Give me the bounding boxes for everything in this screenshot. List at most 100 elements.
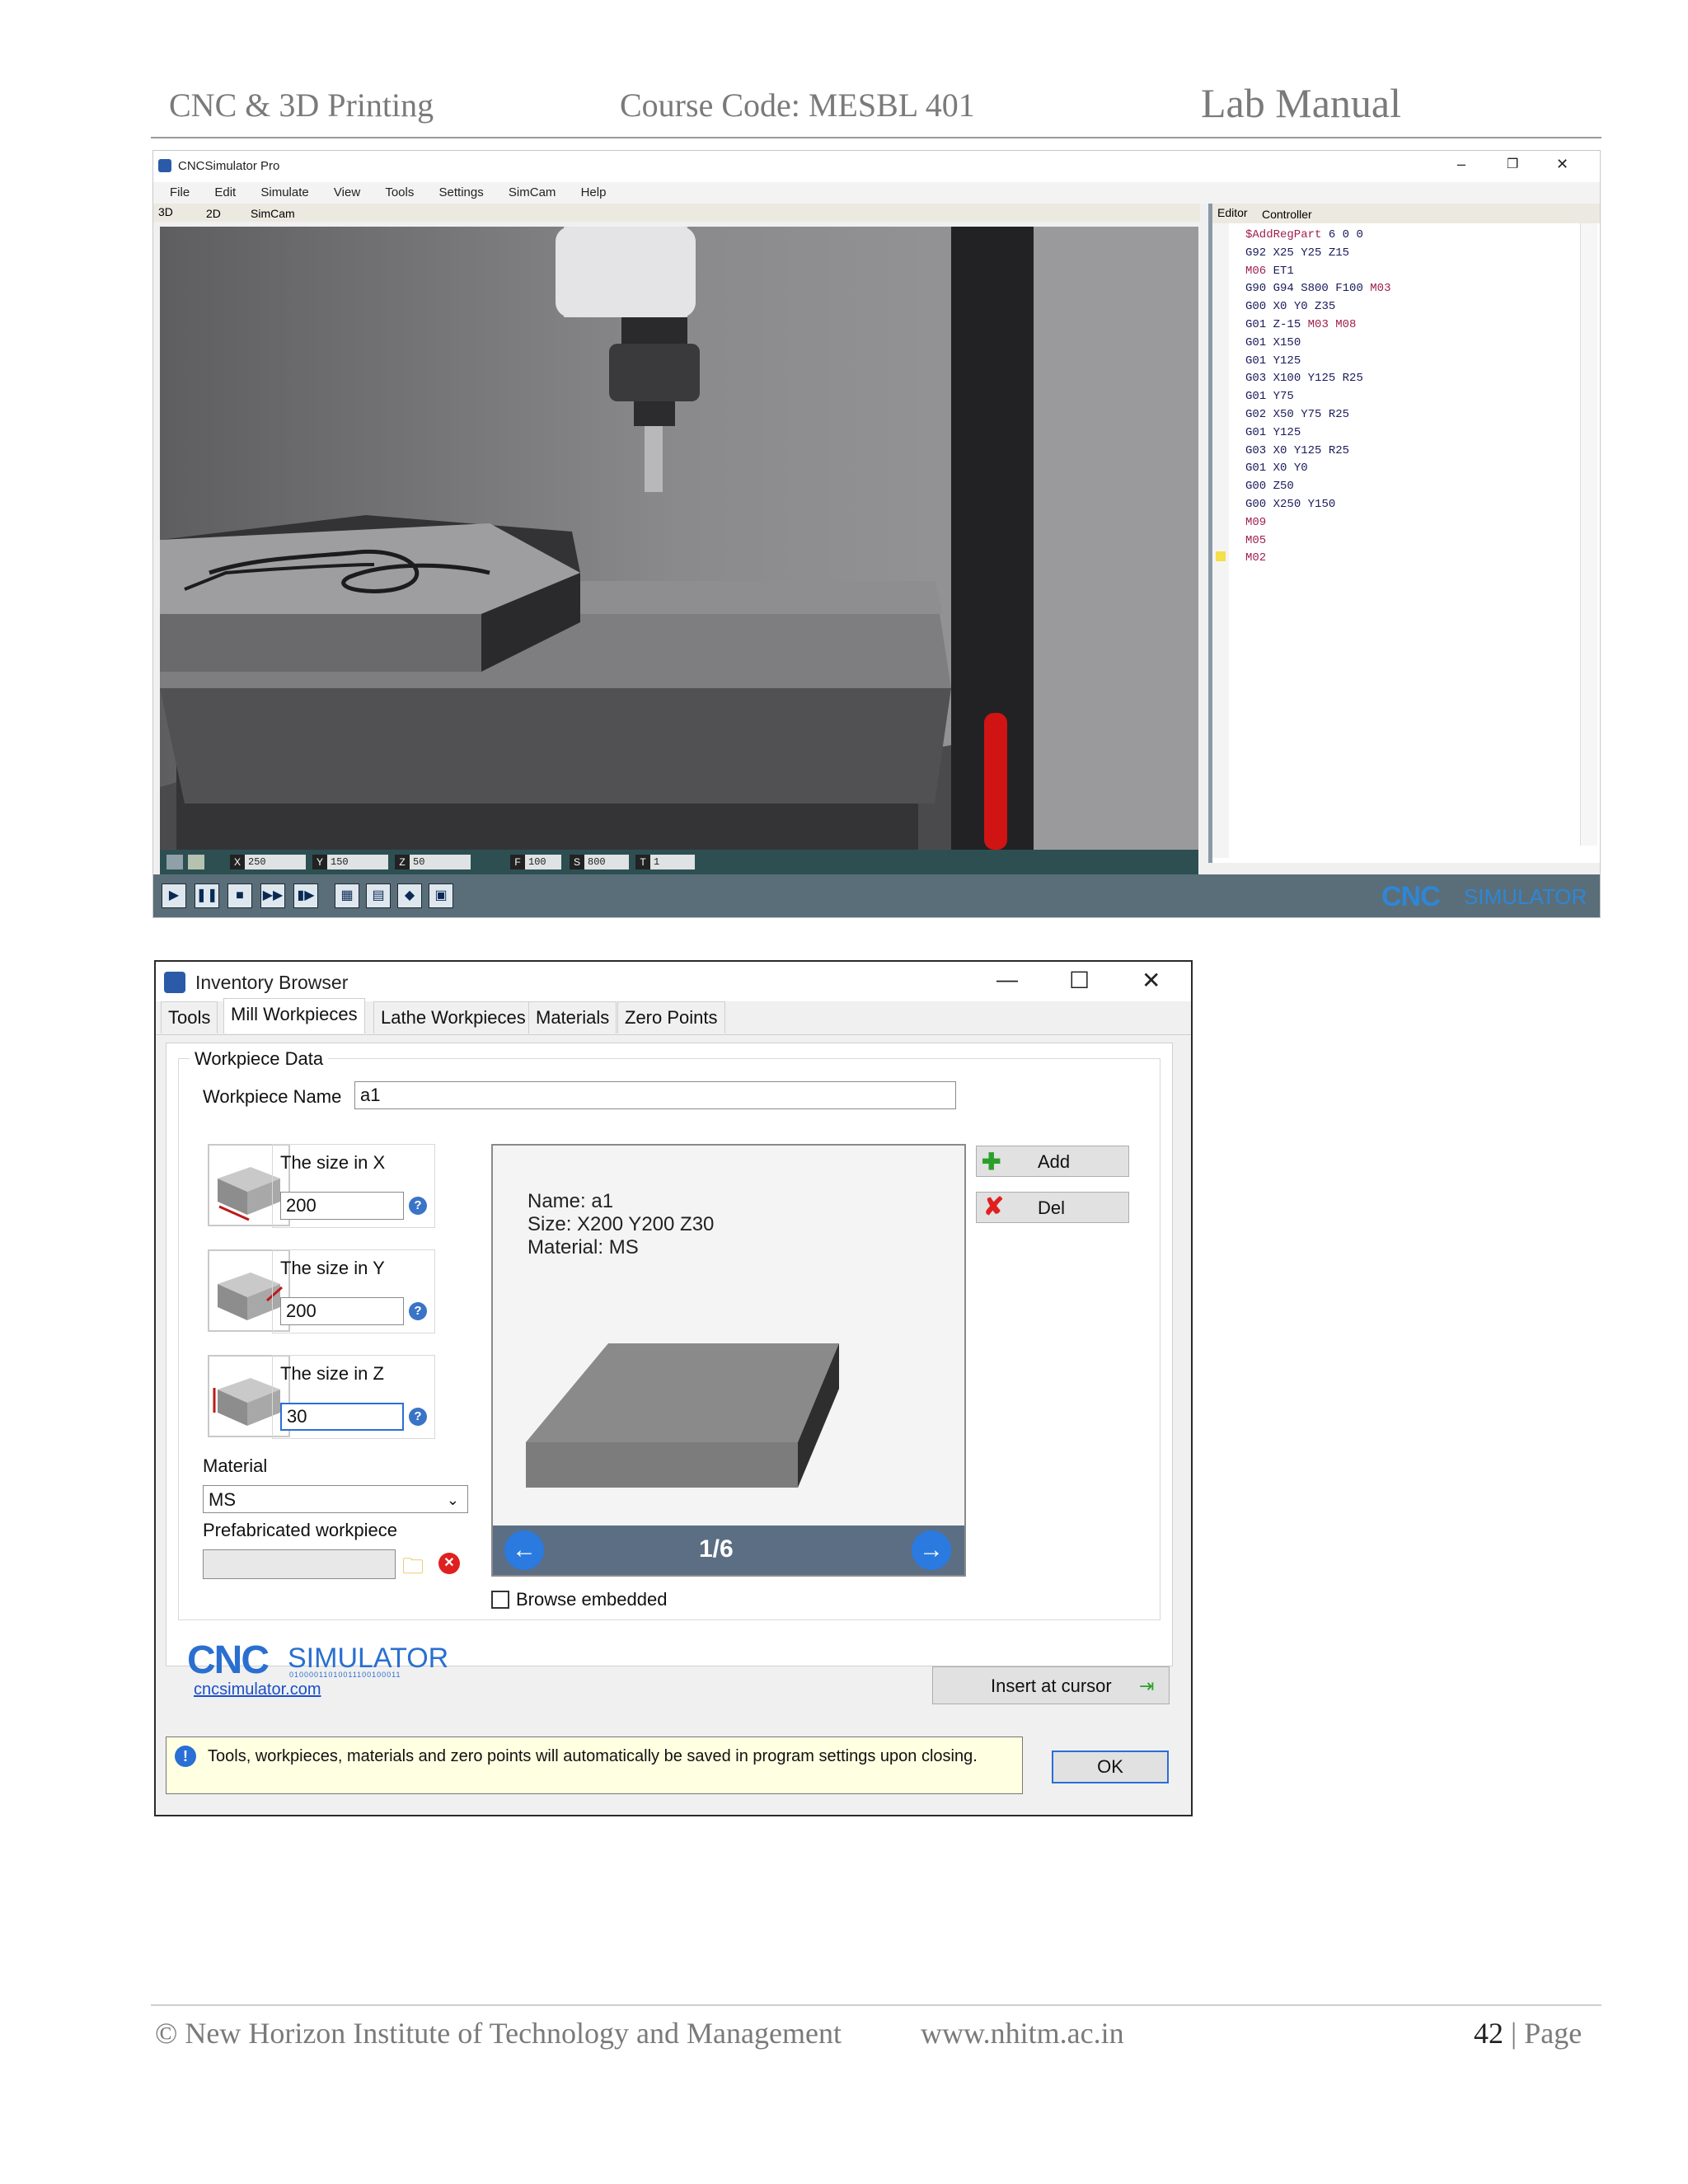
insert-at-cursor-button[interactable]: Insert at cursor ⇥ xyxy=(932,1666,1170,1704)
preview-nav-bar: ← 1/6 → xyxy=(493,1526,964,1575)
menu-help[interactable]: Help xyxy=(581,185,607,199)
browse-embedded-checkbox[interactable] xyxy=(491,1591,509,1609)
code-line[interactable]: G00 Z50 xyxy=(1245,478,1390,496)
tab-zero-points[interactable]: Zero Points xyxy=(617,1001,725,1033)
del-button[interactable]: ✘ Del xyxy=(976,1192,1129,1223)
t-readout: 1 xyxy=(650,855,695,869)
tab-materials[interactable]: Materials xyxy=(528,1001,617,1033)
preview-name: Name: a1 xyxy=(528,1190,614,1212)
editor-scrollbar[interactable] xyxy=(1580,223,1597,846)
menu-tools[interactable]: Tools xyxy=(385,185,414,199)
menu-simulate[interactable]: Simulate xyxy=(260,185,308,199)
next-arrow-icon[interactable]: → xyxy=(912,1530,951,1570)
code-line[interactable]: G01 X150 xyxy=(1245,335,1390,353)
code-line[interactable]: G03 X0 Y125 R25 xyxy=(1245,443,1390,461)
app-icon xyxy=(158,159,171,172)
code-line[interactable]: M06 ET1 xyxy=(1245,263,1390,281)
menu-settings[interactable]: Settings xyxy=(439,185,484,199)
gcode-program[interactable]: $AddRegPart 6 0 0 G92 X25 Y25 Z15 M06 ET1 G… xyxy=(1245,227,1390,568)
minimize-icon[interactable]: — xyxy=(996,967,1018,992)
fast-forward-icon[interactable]: ▶▶ xyxy=(260,883,285,908)
website-link[interactable]: cncsimulator.com xyxy=(194,1680,321,1699)
logo-cnc: CNC xyxy=(187,1638,270,1682)
close-icon[interactable]: ✕ xyxy=(1142,967,1160,994)
3d-viewport[interactable] xyxy=(160,227,1198,850)
toolbar-icon-4[interactable]: ▣ xyxy=(429,883,453,908)
minimize-icon[interactable]: – xyxy=(1457,156,1465,173)
code-line[interactable]: G92 X25 Y25 Z15 xyxy=(1245,245,1390,263)
play-icon[interactable]: ▶ xyxy=(162,883,186,908)
code-line[interactable]: G01 X0 Y0 xyxy=(1245,460,1390,478)
app-icon xyxy=(164,972,185,993)
code-line[interactable]: G00 X250 Y150 xyxy=(1245,496,1390,514)
prefab-path-field[interactable] xyxy=(203,1549,396,1579)
help-icon[interactable]: ? xyxy=(409,1302,427,1320)
tab-controller[interactable]: Controller xyxy=(1262,208,1312,221)
ok-button[interactable]: OK xyxy=(1052,1750,1169,1783)
step-icon[interactable]: ▮▶ xyxy=(293,883,318,908)
header-rule xyxy=(151,137,1601,138)
preview-size: Size: X200 Y200 Z30 xyxy=(528,1213,715,1235)
code-line[interactable]: M02 xyxy=(1245,550,1390,568)
tab-simcam[interactable]: SimCam xyxy=(251,207,295,220)
code-line[interactable]: G01 Y125 xyxy=(1245,424,1390,443)
workpiece-preview: Name: a1 Size: X200 Y200 Z30 Material: M… xyxy=(491,1144,966,1577)
code-line[interactable]: M09 xyxy=(1245,514,1390,532)
menu-bar: File Edit Simulate View Tools Settings S… xyxy=(153,182,1600,204)
tab-3d[interactable]: 3D xyxy=(158,205,173,218)
pause-icon[interactable]: ❚❚ xyxy=(195,883,219,908)
tab-lathe-workpieces[interactable]: Lathe Workpieces xyxy=(373,1001,533,1033)
delete-x-icon: ✘ xyxy=(983,1193,1005,1221)
stop-icon[interactable]: ■ xyxy=(227,883,252,908)
menu-file[interactable]: File xyxy=(170,185,190,199)
menu-view[interactable]: View xyxy=(334,185,360,199)
toolbar-icon-1[interactable]: ▦ xyxy=(335,883,359,908)
tab-mill-workpieces[interactable]: Mill Workpieces xyxy=(223,998,365,1033)
tab-tools[interactable]: Tools xyxy=(161,1001,218,1033)
menu-edit[interactable]: Edit xyxy=(214,185,236,199)
footer-rule xyxy=(151,2004,1601,2006)
help-icon[interactable]: ? xyxy=(409,1197,427,1215)
code-line[interactable]: M05 xyxy=(1245,532,1390,551)
inventory-tabs: Tools Mill Workpieces Lathe Workpieces M… xyxy=(156,998,1191,1035)
maximize-icon[interactable]: ☐ xyxy=(1069,967,1090,994)
pencil-icon[interactable] xyxy=(188,855,204,869)
code-line[interactable]: G01 Z-15 M03 M08 xyxy=(1245,316,1390,335)
size-y-input[interactable] xyxy=(280,1297,404,1325)
tab-editor[interactable]: Editor xyxy=(1217,206,1248,219)
s-label: S xyxy=(570,855,584,869)
folder-icon[interactable]: 🗀 xyxy=(402,1551,424,1587)
close-icon[interactable]: ✕ xyxy=(1556,156,1568,173)
toolbar-icon-2[interactable]: ▤ xyxy=(366,883,391,908)
help-icon[interactable]: ? xyxy=(409,1408,427,1426)
size-y-label: The size in Y xyxy=(280,1258,385,1278)
code-line[interactable]: G02 X50 Y75 R25 xyxy=(1245,406,1390,424)
z-label: Z xyxy=(395,855,410,869)
code-editor-panel: Editor Controller $AddRegPart 6 0 0 G92 X… xyxy=(1208,204,1600,863)
code-line[interactable]: G03 X100 Y125 R25 xyxy=(1245,370,1390,388)
add-button[interactable]: ✚ Add xyxy=(976,1146,1129,1177)
view-tabs: 3D 2D SimCam xyxy=(153,204,1200,222)
page-word: Page xyxy=(1524,2017,1582,2050)
restore-icon[interactable]: ❐ xyxy=(1507,156,1518,172)
workpiece-name-input[interactable] xyxy=(354,1081,956,1109)
material-select[interactable]: MS ⌄ xyxy=(203,1485,468,1513)
code-line[interactable]: G90 G94 S800 F100 M03 xyxy=(1245,280,1390,298)
s-readout: 800 xyxy=(584,855,629,869)
clear-icon[interactable]: ✕ xyxy=(438,1553,460,1574)
previous-arrow-icon[interactable]: ← xyxy=(504,1530,544,1570)
workpiece-3d-preview xyxy=(526,1343,839,1488)
prefab-label: Prefabricated workpiece xyxy=(203,1520,398,1540)
code-line[interactable]: $AddRegPart 6 0 0 xyxy=(1245,227,1390,245)
menu-simcam[interactable]: SimCam xyxy=(509,185,556,199)
f-label: F xyxy=(510,855,525,869)
size-x-input[interactable] xyxy=(280,1192,404,1220)
code-line[interactable]: G01 Y75 xyxy=(1245,388,1390,406)
view-tool-icon[interactable] xyxy=(166,855,183,869)
code-line[interactable]: G01 Y125 xyxy=(1245,353,1390,371)
size-z-input[interactable] xyxy=(280,1403,404,1431)
code-line[interactable]: G00 X0 Y0 Z35 xyxy=(1245,298,1390,316)
cncsimulator-window: CNCSimulator Pro – ❐ ✕ File Edit Simulat… xyxy=(152,150,1601,918)
toolbar-icon-3[interactable]: ◆ xyxy=(397,883,422,908)
tab-2d[interactable]: 2D xyxy=(206,207,221,220)
